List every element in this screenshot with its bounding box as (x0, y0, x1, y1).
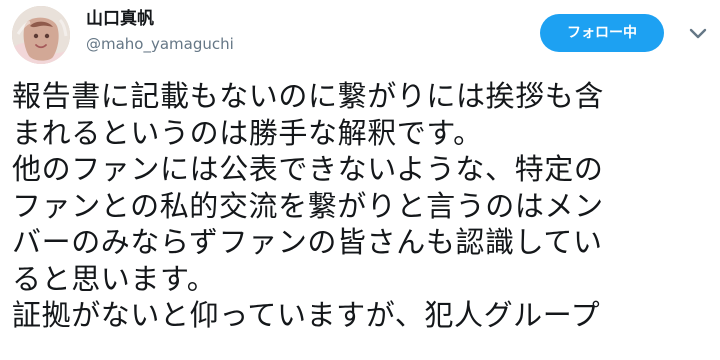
avatar[interactable] (12, 6, 70, 64)
follow-button[interactable]: フォロー中 (540, 14, 664, 52)
tweet-text: 報告書に記載もないのに繋がりには挨拶も含 まれるというのは勝手な解釈です。 他の… (12, 78, 712, 334)
avatar-image (12, 6, 70, 64)
tweet-text-line: ファンとの私的交流を繋がりと言うのはメン (12, 188, 604, 223)
display-name[interactable]: 山口真帆 (86, 8, 154, 30)
tweet-text-line: バーのみならずファンの皆さんも認識してい (12, 225, 603, 259)
tweet-card: 山口真帆 @maho_yamaguchi フォロー中 報告書に記載もないのに繋が… (0, 0, 720, 360)
tweet-text-line: ると思います。 (12, 261, 217, 296)
tweet-text-line: 他のファンには公表できないような、特定の (12, 152, 604, 186)
tweet-text-line: 報告書に記載もないのに繋がりには挨拶も含 (12, 79, 605, 113)
chevron-down-icon (689, 28, 707, 39)
tweet-text-line: まれるというのは勝手な解釈です。 (12, 115, 483, 150)
user-handle[interactable]: @maho_yamaguchi (86, 34, 234, 54)
tweet-text-line: 証拠がないと仰っていますが、犯人グループ (12, 298, 601, 332)
more-options-button[interactable] (682, 18, 714, 50)
tweet-header: 山口真帆 @maho_yamaguchi フォロー中 (0, 0, 720, 72)
